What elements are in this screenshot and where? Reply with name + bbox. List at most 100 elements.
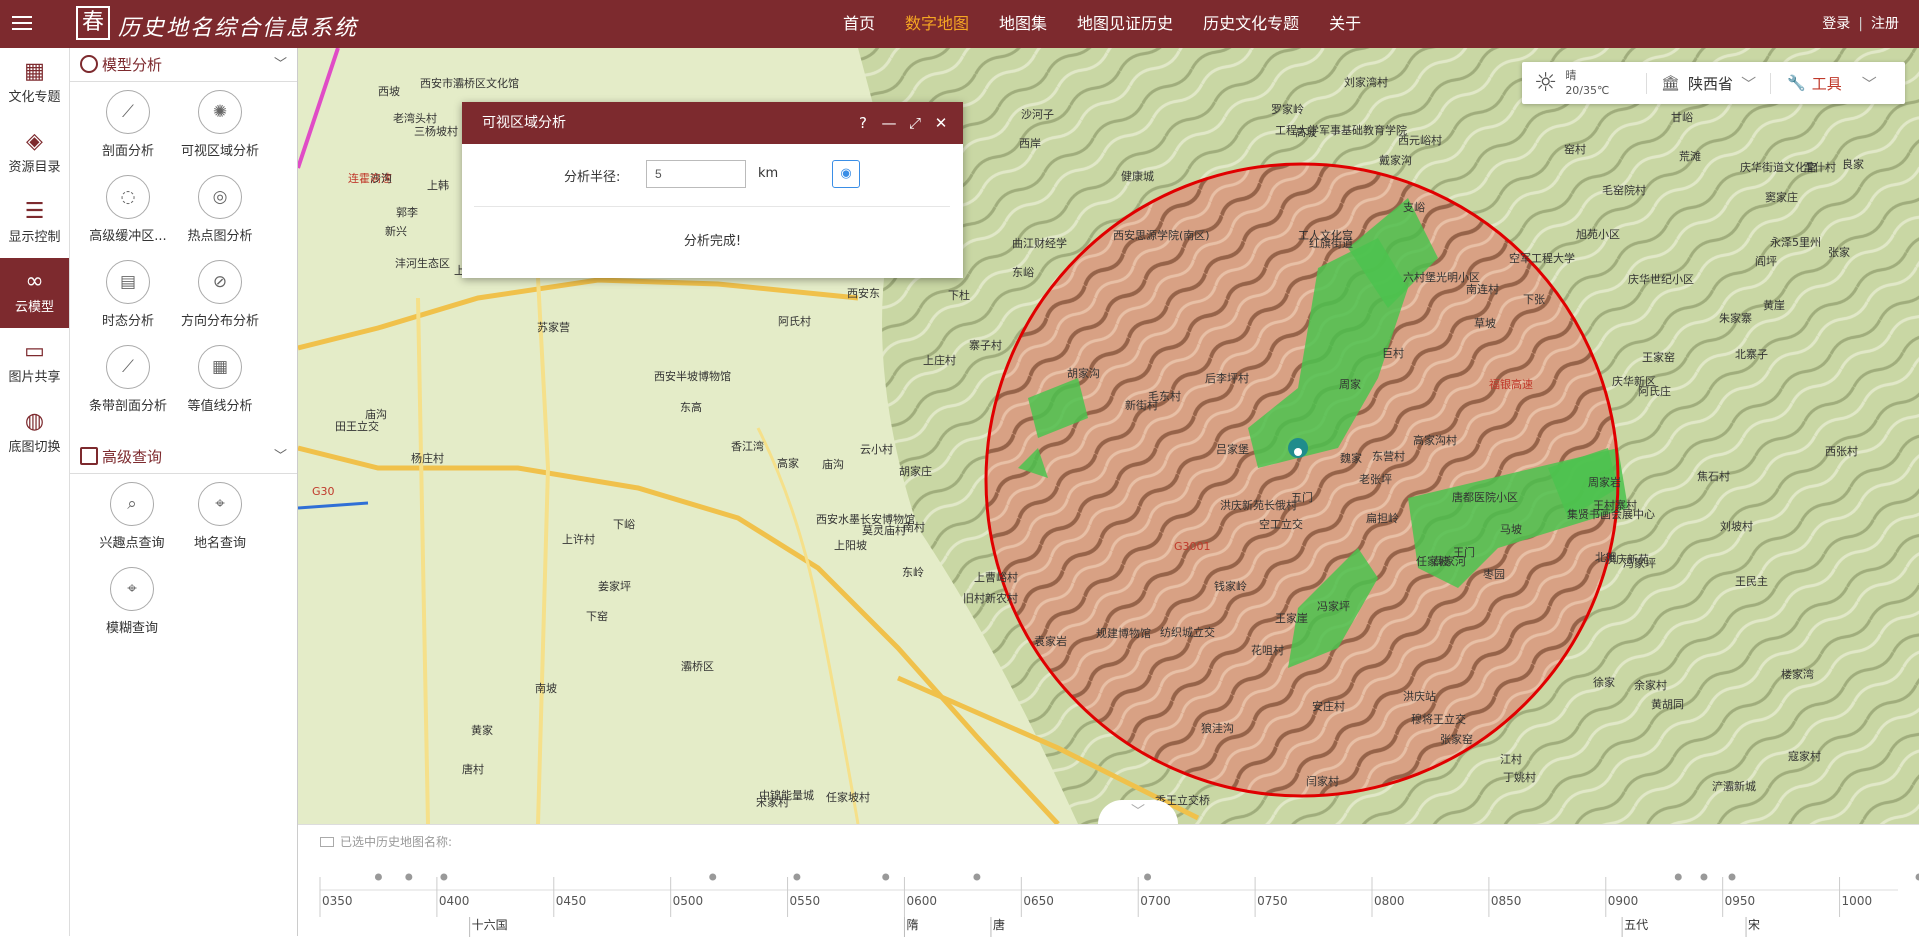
timeline-tick-label: 0850 [1491, 894, 1522, 908]
chevron-down-icon[interactable]: ﹀ [274, 48, 287, 82]
sidebar-item-5[interactable]: ◍ 底图切换 [0, 398, 69, 468]
nav-3[interactable]: 地图见证历史 [1077, 0, 1173, 48]
timeline-map-dot[interactable] [1915, 873, 1919, 881]
map-label: 东岭 [902, 565, 924, 579]
timeline-map-dot[interactable] [440, 873, 448, 881]
province-selector[interactable]: 🏛 陕西省 ﹀ [1646, 72, 1770, 94]
grid-icon: ▦ [24, 59, 45, 84]
map-label: 苏家营 [537, 320, 570, 334]
timeline-tick-label: 0800 [1374, 894, 1405, 908]
tools-dropdown[interactable]: 🔧 工具 ﹀ [1770, 72, 1893, 94]
radius-label: 分析半径: [564, 170, 621, 185]
timeline-tick-label: 0700 [1140, 894, 1171, 908]
timeline-map-dot[interactable] [882, 873, 890, 881]
sidebar-item-4[interactable]: ▭ 图片共享 [0, 328, 69, 398]
tool-fuzzy-pin[interactable]: ⌖ 模糊查询 [88, 567, 176, 636]
timeline-tick-label: 0750 [1257, 894, 1288, 908]
map-label: 杨庄村 [411, 451, 444, 465]
map-label: 上曹峪村 [974, 570, 1018, 584]
map-label: 刘坡村 [1720, 519, 1753, 533]
map-label: 唐村 [462, 762, 484, 776]
image-share-icon: ▭ [24, 339, 45, 364]
radius-input[interactable] [646, 160, 746, 188]
target-icon[interactable]: ◉ [832, 160, 860, 188]
map-label: 南连村 [1466, 282, 1499, 296]
map-label: 旧村新农村 [963, 591, 1018, 605]
timeline-map-dot[interactable] [709, 873, 717, 881]
tool-profile-chart[interactable]: ⟋ 剖面分析 [82, 90, 174, 159]
map-label: 福银高速 [1489, 377, 1533, 391]
layers-icon: ◈ [26, 129, 43, 154]
map-label: 西岸 [1019, 137, 1041, 150]
timeline-map-dot[interactable] [1674, 873, 1682, 881]
tool-poi-search[interactable]: ⌕ 兴趣点查询 [88, 482, 176, 551]
hamburger-menu-icon[interactable] [10, 12, 34, 36]
chevron-down-icon[interactable]: ﹀ [274, 440, 287, 474]
timeline-map-dot[interactable] [374, 873, 382, 881]
wrench-icon: 🔧 [1787, 74, 1806, 92]
sidebar-item-3[interactable]: ∞ 云模型 [0, 258, 69, 328]
map-label: 西安东 [847, 286, 880, 300]
radius-row: 分析半径: km ◉ [462, 158, 963, 190]
tool-strip-profile[interactable]: ⟋ 条带剖面分析 [82, 345, 174, 414]
tool-place-pin[interactable]: ⌖ 地名查询 [176, 482, 264, 551]
nav-2[interactable]: 地图集 [999, 0, 1047, 48]
nav-0[interactable]: 首页 [843, 0, 875, 48]
advanced-query-header[interactable]: 高级查询 ﹀ [70, 440, 297, 474]
map-label: 上韩 [427, 178, 449, 192]
map-label: 庙沟 [822, 457, 844, 471]
map-label: 巨村 [1382, 346, 1404, 360]
tool-viewshed[interactable]: ✺ 可视区域分析 [174, 90, 266, 159]
building-icon: 🏛 [1661, 74, 1681, 92]
analysis-status: 分析完成! [683, 234, 742, 249]
timeline-tick-label: 0600 [906, 894, 937, 908]
timeline-tick-label: 0400 [439, 894, 470, 908]
register-link[interactable]: 注册 [1871, 16, 1899, 32]
sidebar-item-label: 文化专题 [8, 90, 61, 105]
map-label: 高家沟村 [1413, 433, 1457, 447]
close-icon[interactable]: ✕ [933, 102, 949, 144]
map-label: 黄崖 [1763, 298, 1785, 312]
help-icon[interactable]: ? [855, 102, 871, 144]
timeline-map-dot[interactable] [1700, 873, 1708, 881]
login-link[interactable]: 登录 [1822, 16, 1850, 32]
tool-direction[interactable]: ⊘ 方向分布分析 [174, 260, 266, 329]
dialog-title: 可视区域分析 [482, 115, 566, 131]
advanced-query-title: 高级查询 [102, 448, 163, 466]
model-analysis-header[interactable]: 模型分析 ﹀ [70, 48, 297, 82]
map-label: 穆将王立交 [1411, 712, 1466, 726]
sidebar-item-2[interactable]: ☰ 显示控制 [0, 188, 69, 258]
model-analysis-tools: ⟋ 剖面分析 ✺ 可视区域分析 ◌ 高级缓冲区... ◎ 热点图分析 ▤ 时态分析 ⊘ 方向分布分析 ⟋… [70, 90, 297, 414]
tool-heatmap[interactable]: ◎ 热点图分析 [174, 175, 266, 244]
timeline-map-dot[interactable] [1144, 873, 1152, 881]
map-label: 窦家庄 [1765, 190, 1798, 204]
tool-contour-grid[interactable]: ▦ 等值线分析 [174, 345, 266, 414]
map-label: 毛窑院村 [1602, 183, 1646, 197]
nav-4[interactable]: 历史文化专题 [1203, 0, 1299, 48]
timeline-map-dot[interactable] [973, 873, 981, 881]
map-label: 王村寨村 [1593, 498, 1637, 512]
map-label: 新兴 [385, 224, 407, 238]
tool-buffer[interactable]: ◌ 高级缓冲区... [82, 175, 174, 244]
history-timeline: 0350 0400 0450 0500 0550 0600 0650 0700 0750 0800… [298, 824, 1919, 937]
timeline-map-dot[interactable] [793, 873, 801, 881]
sidebar-item-1[interactable]: ◈ 资源目录 [0, 118, 69, 188]
timeline-header: 已选中历史地图名称: [320, 833, 452, 850]
sidebar-item-label: 底图切换 [8, 440, 61, 455]
timeline-collapse-chevron-icon[interactable]: ﹀ [1098, 800, 1178, 824]
map-label: 纺织城立交 [1160, 625, 1215, 639]
tool-temporal[interactable]: ▤ 时态分析 [82, 260, 174, 329]
map-label: 冯家坪 [1317, 599, 1350, 613]
nav-1[interactable]: 数字地图 [905, 0, 969, 48]
map-label: 西安半坡博物馆 [654, 369, 731, 383]
auth-separator: | [1858, 16, 1863, 32]
timeline-svg[interactable]: 0350 0400 0450 0500 0550 0600 0650 0700 0750 0800… [298, 825, 1919, 937]
map-label: 南村 [903, 520, 925, 534]
timeline-map-dot[interactable] [1728, 873, 1736, 881]
minimize-icon[interactable]: — [881, 102, 897, 144]
map-label: 东营村 [1372, 449, 1405, 463]
maximize-icon[interactable]: ⤢ [907, 102, 923, 144]
sidebar-item-0[interactable]: ▦ 文化专题 [0, 48, 69, 118]
timeline-map-dot[interactable] [405, 873, 413, 881]
nav-5[interactable]: 关于 [1329, 0, 1361, 48]
